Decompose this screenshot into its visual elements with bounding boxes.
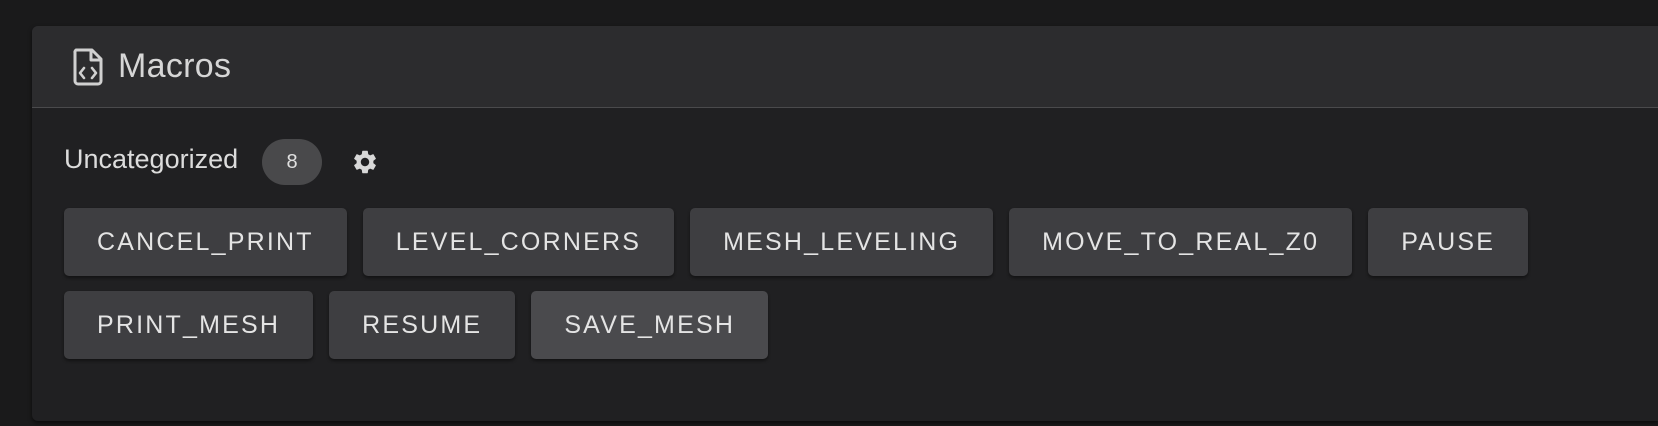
macro-button-list: CANCEL_PRINT LEVEL_CORNERS MESH_LEVELING…	[64, 208, 1544, 359]
panel-body: Uncategorized 8 CANCEL_PRINT LEVEL_CORNE…	[32, 133, 1658, 359]
category-label: Uncategorized	[64, 143, 239, 174]
category-header: Uncategorized 8	[64, 133, 1658, 191]
macros-panel: Macros Uncategorized 8 CANCEL_PRINT LEVE…	[32, 26, 1658, 421]
gear-icon[interactable]	[348, 145, 382, 179]
panel-title: Macros	[118, 47, 232, 85]
macro-button-resume[interactable]: RESUME	[329, 291, 516, 359]
macro-button-mesh-leveling[interactable]: MESH_LEVELING	[690, 208, 994, 276]
macro-button-cancel-print[interactable]: CANCEL_PRINT	[64, 208, 347, 276]
macro-button-save-mesh[interactable]: SAVE_MESH	[531, 291, 769, 359]
macro-button-move-to-real-z0[interactable]: MOVE_TO_REAL_Z0	[1009, 208, 1353, 276]
file-code-icon	[70, 47, 106, 87]
macro-button-print-mesh[interactable]: PRINT_MESH	[64, 291, 314, 359]
panel-header: Macros	[32, 26, 1658, 108]
macro-count-badge: 8	[262, 139, 323, 185]
macro-button-level-corners[interactable]: LEVEL_CORNERS	[362, 208, 675, 276]
macro-button-pause[interactable]: PAUSE	[1368, 208, 1529, 276]
